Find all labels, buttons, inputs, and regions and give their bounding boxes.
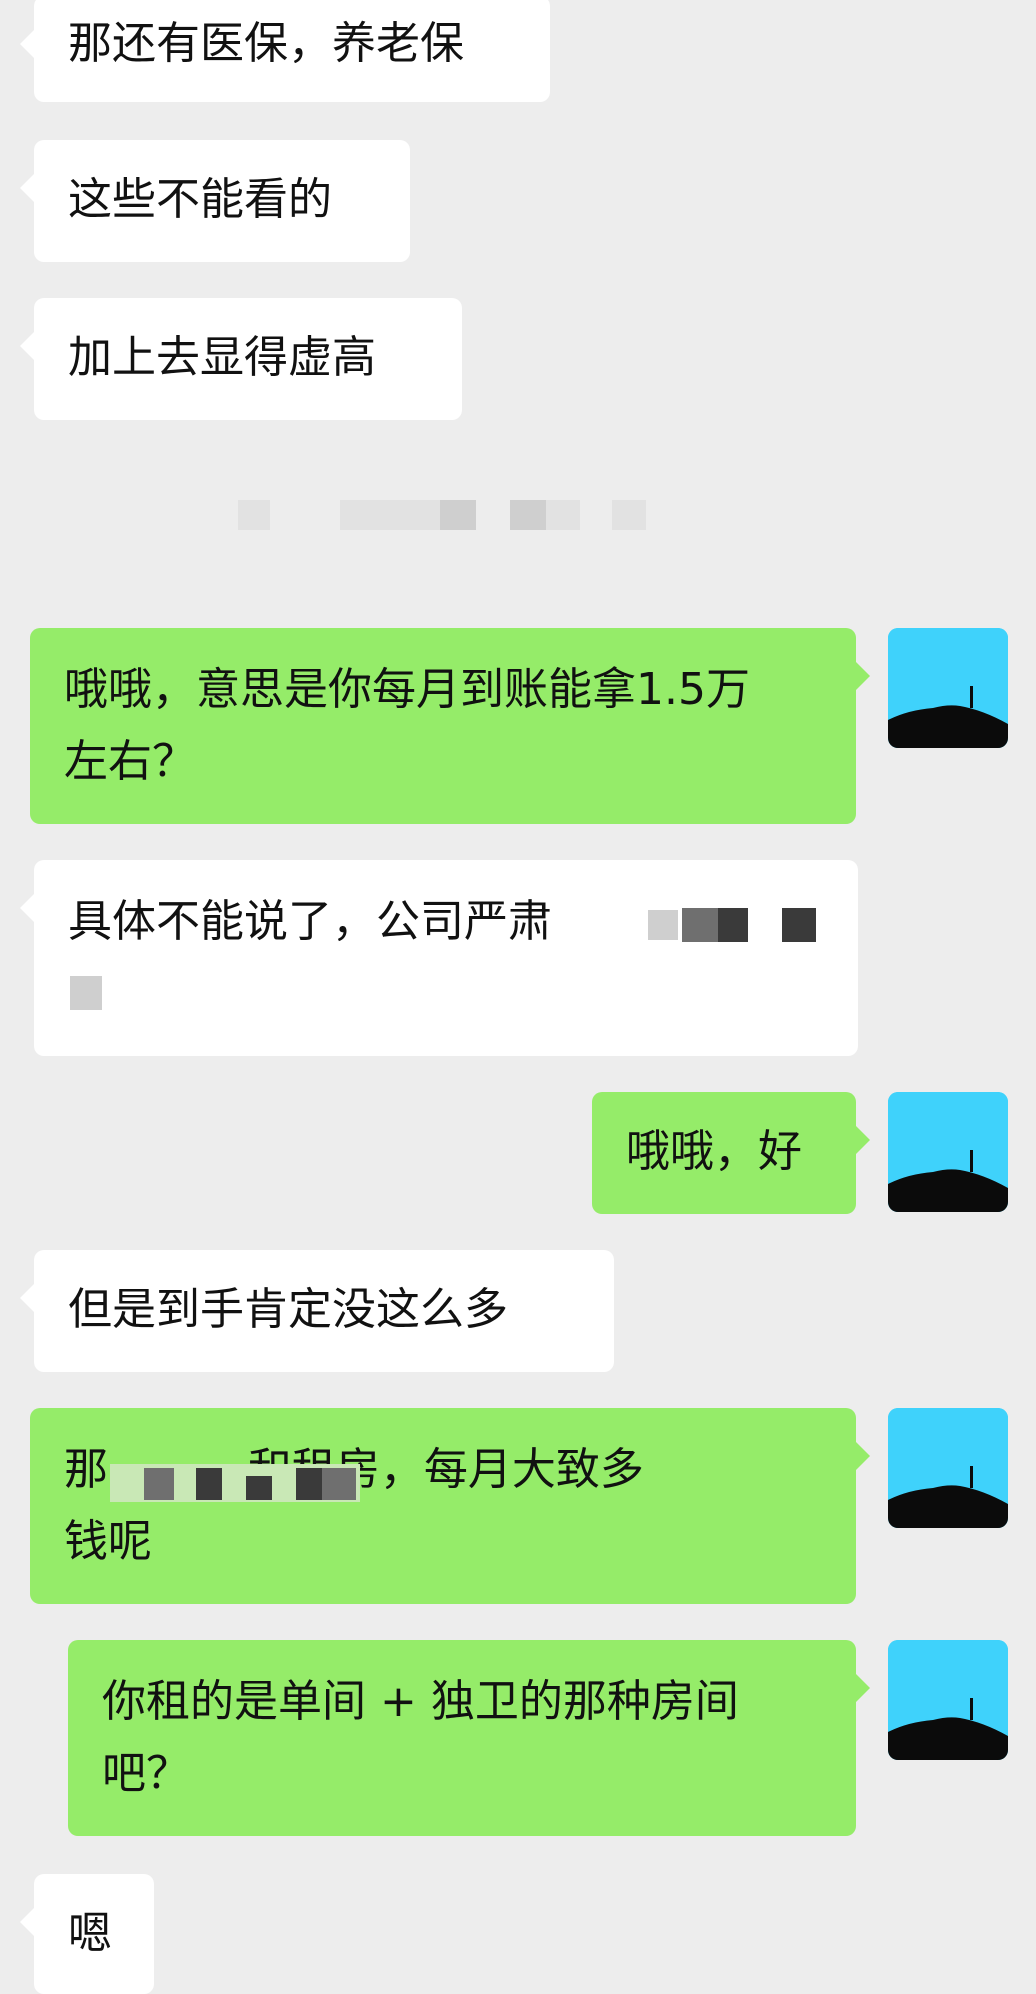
message-bubble-incoming[interactable]: 这些不能看的 xyxy=(20,140,410,262)
message-bubble-outgoing[interactable]: 你租的是单间 + 独卫的那种房间 吧？ xyxy=(68,1640,870,1836)
message-bubble-outgoing[interactable]: 哦哦，意思是你每月到账能拿1.5万 左右？ xyxy=(30,628,870,824)
message-bubble-incoming[interactable]: 加上去显得虚高 xyxy=(20,298,462,420)
landscape-avatar-icon xyxy=(888,1408,1008,1528)
avatar[interactable] xyxy=(888,1408,1008,1528)
message-bubble-incoming[interactable]: 具体不能说了，公司严肃 xyxy=(20,860,858,1056)
avatar[interactable] xyxy=(888,1640,1008,1760)
avatar[interactable] xyxy=(888,628,1008,748)
landscape-avatar-icon xyxy=(888,1092,1008,1212)
landscape-avatar-icon xyxy=(888,628,1008,748)
avatar[interactable] xyxy=(888,1092,1008,1212)
chat-area: 那还有医保，养老保 这些不能看的 加上去显得虚高 哦哦，意思是你每月到账能拿1.… xyxy=(0,0,1036,1994)
message-bubble-incoming[interactable]: 但是到手肯定没这么多 xyxy=(20,1250,614,1372)
message-bubble-outgoing[interactable]: 哦哦，好 xyxy=(592,1092,870,1214)
message-bubble-outgoing[interactable]: 那 和租房，每月大致多 钱呢 xyxy=(30,1408,870,1604)
message-bubble-incoming[interactable]: 嗯 xyxy=(20,1874,154,1994)
message-bubble-incoming[interactable]: 那还有医保，养老保 xyxy=(20,0,550,102)
landscape-avatar-icon xyxy=(888,1640,1008,1760)
